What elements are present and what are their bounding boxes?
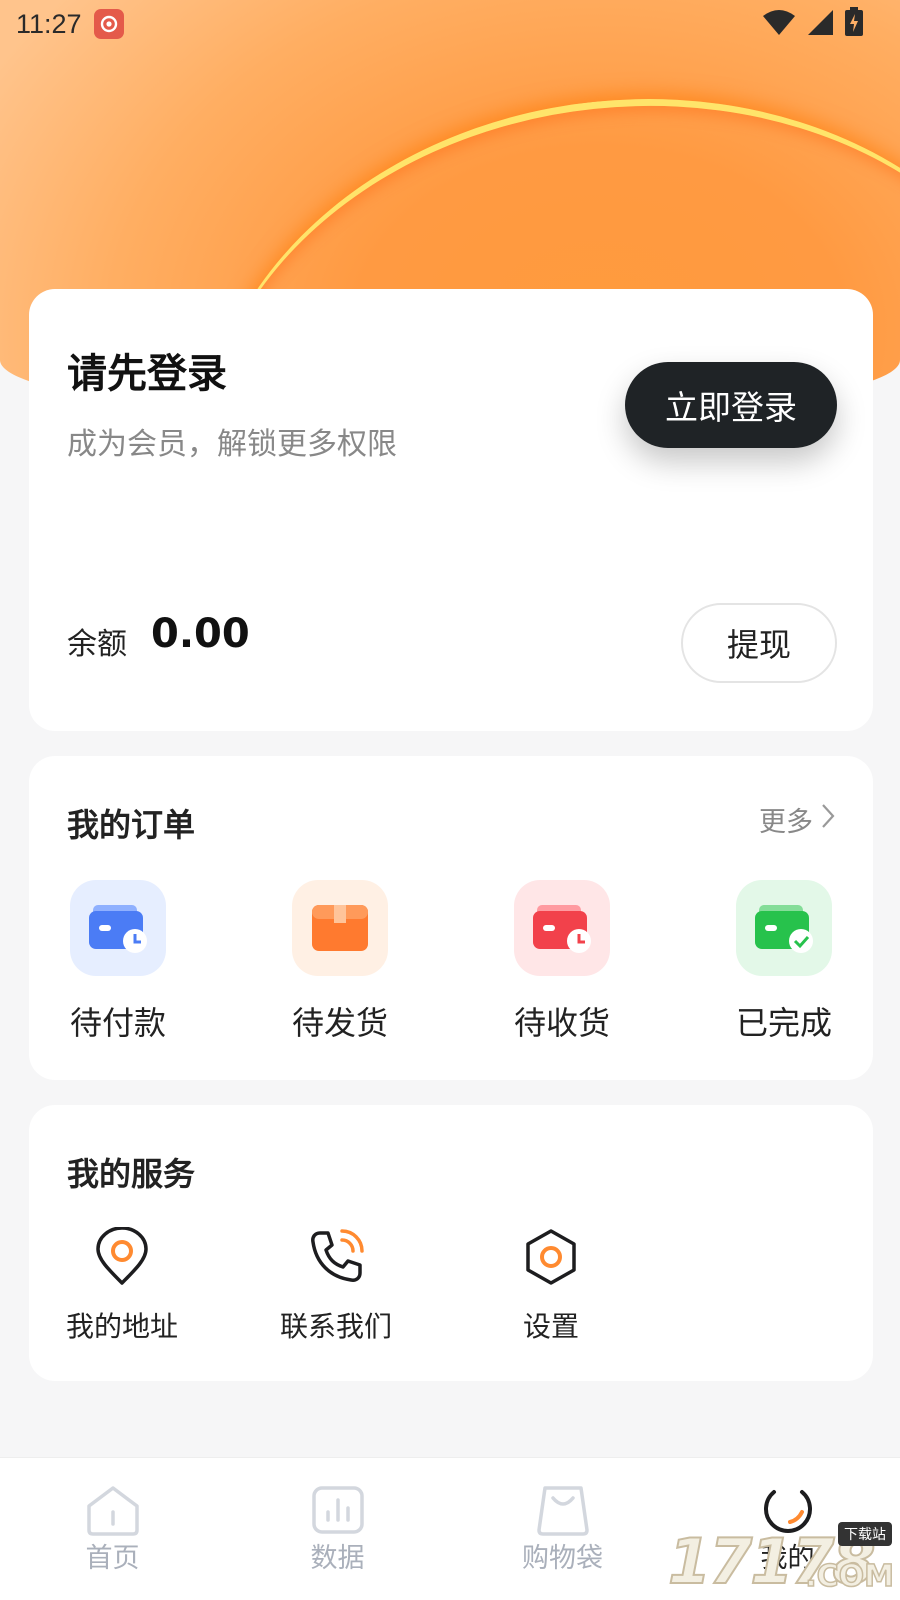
order-completed[interactable]: 已完成 xyxy=(724,880,844,1044)
order-pending-payment[interactable]: 待付款 xyxy=(58,880,178,1044)
order-label: 待发货 xyxy=(291,1004,388,1042)
tab-data[interactable]: 数据 xyxy=(225,1458,450,1600)
services-title: 我的服务 xyxy=(67,1155,196,1193)
watermark-tag: 下载站 xyxy=(838,1522,892,1546)
home-icon xyxy=(85,1484,141,1540)
order-label: 待付款 xyxy=(69,1004,166,1042)
status-time: 11:27 xyxy=(16,8,82,39)
service-label: 联系我们 xyxy=(279,1310,392,1343)
signal-icon xyxy=(806,8,834,40)
balance-value: 0.00 xyxy=(151,611,250,657)
wallet-check-icon xyxy=(736,880,832,976)
order-label: 已完成 xyxy=(735,1004,832,1042)
login-button[interactable]: 立即登录 xyxy=(625,362,837,448)
status-bar: 11:27 xyxy=(0,0,900,48)
login-card: 请先登录 成为会员，解锁更多权限 立即登录 余额 0.00 提现 xyxy=(29,289,873,731)
service-settings[interactable]: 设置 xyxy=(476,1225,626,1345)
order-label: 待收货 xyxy=(513,1004,610,1042)
service-label: 我的地址 xyxy=(65,1310,178,1343)
more-label: 更多 xyxy=(759,807,813,838)
tab-home[interactable]: 首页 xyxy=(0,1458,225,1600)
watermark-suffix: .COM xyxy=(804,1558,894,1595)
wallet-clock-icon xyxy=(514,880,610,976)
service-label: 设置 xyxy=(522,1310,579,1343)
phone-call-icon xyxy=(304,1225,368,1289)
notification-app-icon xyxy=(93,9,124,39)
orders-more-link[interactable]: 更多 xyxy=(759,800,835,839)
wifi-icon xyxy=(762,8,796,40)
settings-hexagon-icon xyxy=(519,1225,583,1289)
location-pin-icon xyxy=(90,1225,154,1289)
withdraw-button[interactable]: 提现 xyxy=(681,603,837,683)
wallet-clock-icon xyxy=(70,880,166,976)
tab-label: 数据 xyxy=(310,1543,365,1574)
chevron-right-icon xyxy=(821,803,835,836)
orders-title: 我的订单 xyxy=(67,806,196,844)
order-pending-shipment[interactable]: 待发货 xyxy=(280,880,400,1044)
login-subtitle: 成为会员，解锁更多权限 xyxy=(67,427,397,462)
battery-icon xyxy=(844,7,864,41)
chart-icon xyxy=(310,1484,366,1540)
services-card: 我的服务 我的地址 联系我们 设置 xyxy=(29,1105,873,1381)
balance-label: 余额 xyxy=(67,627,127,662)
shopping-bag-icon xyxy=(535,1484,591,1540)
service-address[interactable]: 我的地址 xyxy=(47,1225,197,1345)
orders-card: 我的订单 更多 待付款 待发货 待收货 已完成 xyxy=(29,756,873,1080)
tab-label: 购物袋 xyxy=(522,1543,603,1574)
site-watermark: 17178 下载站 .COM xyxy=(667,1522,896,1599)
service-contact[interactable]: 联系我们 xyxy=(261,1225,411,1345)
tab-shopping-bag[interactable]: 购物袋 xyxy=(450,1458,675,1600)
order-pending-receipt[interactable]: 待收货 xyxy=(502,880,622,1044)
login-title: 请先登录 xyxy=(67,351,227,397)
tab-label: 首页 xyxy=(85,1543,140,1574)
box-icon xyxy=(292,880,388,976)
